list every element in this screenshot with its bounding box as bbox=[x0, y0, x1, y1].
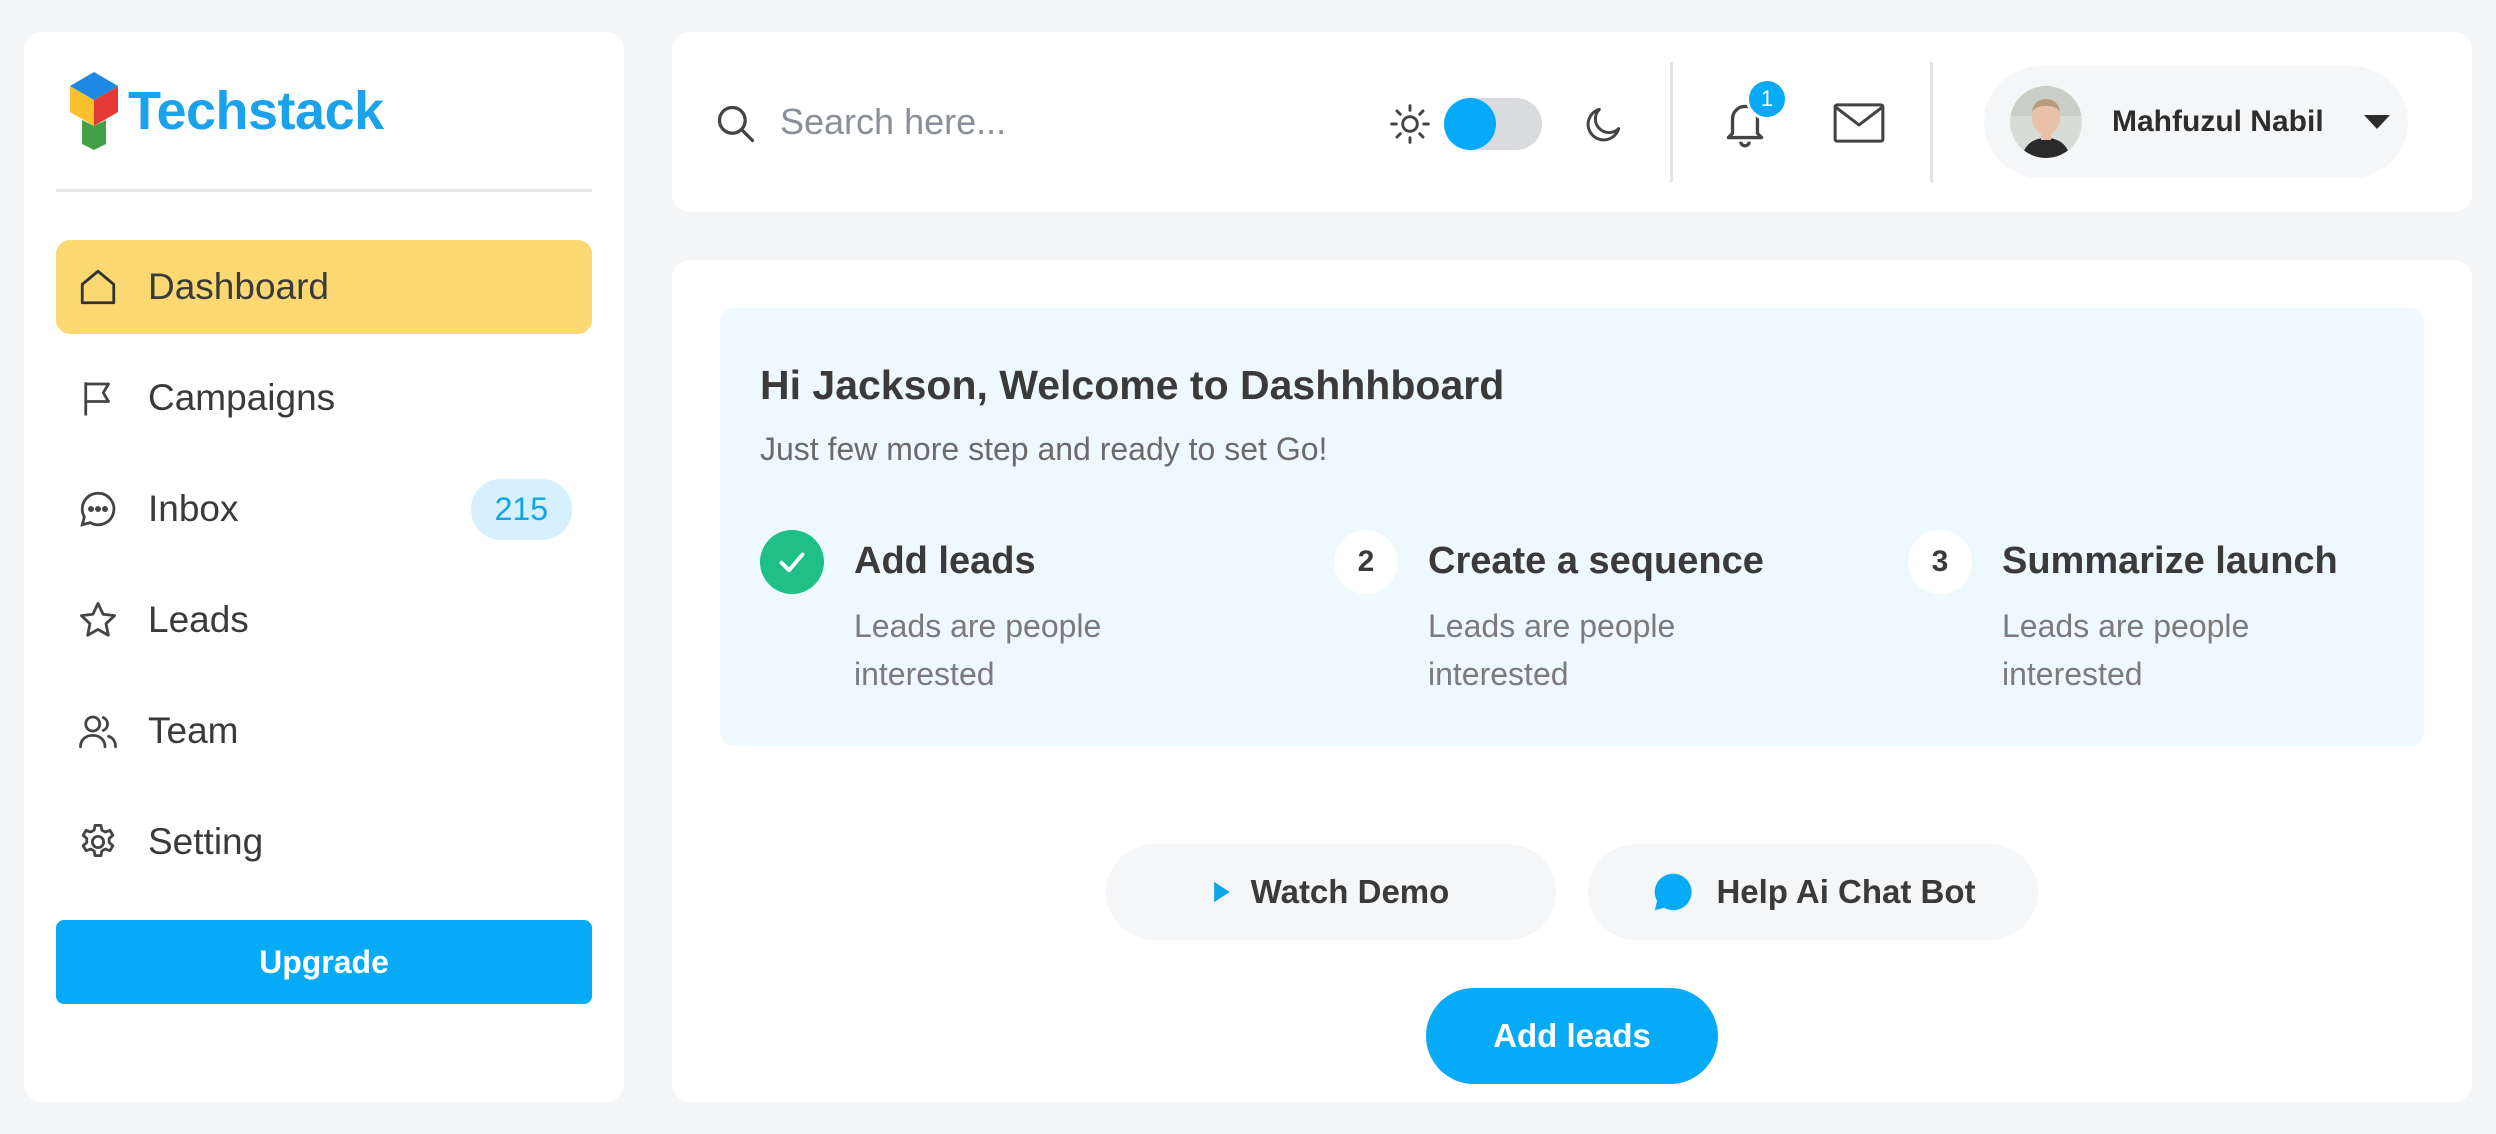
sidebar-item-leads[interactable]: Leads bbox=[56, 573, 592, 667]
home-icon bbox=[76, 265, 120, 309]
user-name: Mahfuzul Nabil bbox=[2112, 105, 2324, 138]
search-input[interactable] bbox=[780, 90, 1340, 154]
watch-demo-label: Watch Demo bbox=[1250, 873, 1450, 910]
play-icon bbox=[1213, 879, 1231, 905]
sidebar-item-label: Setting bbox=[148, 821, 264, 862]
welcome-subtitle: Just few more step and ready to set Go! bbox=[760, 431, 1328, 467]
onboarding-steps: Add leads Leads are people interested 2 … bbox=[760, 530, 2420, 730]
sidebar-item-dashboard[interactable]: Dashboard bbox=[56, 240, 592, 334]
sun-icon[interactable] bbox=[1388, 102, 1432, 146]
welcome-title: Hi Jackson, Welcome to Dashhhboard bbox=[760, 362, 1505, 408]
chat-bubble-icon bbox=[76, 487, 120, 531]
sidebar: Techstack Dashboard Campaigns Inbox 215 bbox=[24, 32, 624, 1102]
topbar-divider bbox=[1930, 62, 1933, 182]
sidebar-item-inbox[interactable]: Inbox 215 bbox=[56, 462, 592, 556]
theme-toggle-knob bbox=[1444, 98, 1496, 150]
step-number: 3 bbox=[1908, 530, 1972, 594]
techstack-logo-icon bbox=[70, 71, 118, 150]
star-icon bbox=[76, 598, 120, 642]
top-bar: 1 Mahfuzul Nabil bbox=[672, 32, 2472, 212]
sidebar-item-team[interactable]: Team bbox=[56, 684, 592, 778]
watch-demo-button[interactable]: Watch Demo bbox=[1106, 844, 1556, 940]
chat-bot-icon bbox=[1650, 869, 1696, 915]
step-title: Create a sequence bbox=[1428, 540, 1764, 582]
sidebar-item-setting[interactable]: Setting bbox=[56, 795, 592, 889]
notification-badge: 1 bbox=[1746, 78, 1788, 120]
sidebar-item-campaigns[interactable]: Campaigns bbox=[56, 351, 592, 445]
check-icon bbox=[760, 530, 824, 594]
step-number: 2 bbox=[1334, 530, 1398, 594]
chat-bot-label: Help Ai Chat Bot bbox=[1716, 873, 1976, 910]
sidebar-item-label: Inbox bbox=[148, 488, 239, 529]
avatar bbox=[2010, 86, 2082, 158]
inbox-count-badge: 215 bbox=[470, 478, 572, 540]
mail-icon[interactable] bbox=[1832, 102, 1886, 144]
sidebar-item-label: Dashboard bbox=[148, 266, 330, 307]
chevron-down-icon bbox=[2363, 115, 2390, 129]
theme-toggle[interactable] bbox=[1444, 98, 1542, 150]
help-ai-chat-bot-button[interactable]: Help Ai Chat Bot bbox=[1588, 844, 2038, 940]
step-description: Leads are people interested bbox=[1428, 608, 1676, 692]
step-description: Leads are people interested bbox=[2002, 608, 2250, 692]
moon-icon[interactable] bbox=[1582, 102, 1626, 146]
brand-name: Techstack bbox=[128, 80, 384, 141]
add-leads-button[interactable]: Add leads bbox=[1426, 988, 1718, 1084]
flag-icon bbox=[76, 376, 120, 420]
main-content: Hi Jackson, Welcome to Dashhhboard Just … bbox=[672, 260, 2472, 1102]
topbar-divider bbox=[1670, 62, 1673, 182]
sidebar-item-label: Leads bbox=[148, 599, 249, 640]
step-title: Summarize launch bbox=[2002, 540, 2338, 582]
welcome-card: Hi Jackson, Welcome to Dashhhboard Just … bbox=[720, 308, 2424, 746]
user-menu[interactable]: Mahfuzul Nabil bbox=[1984, 66, 2408, 178]
sidebar-item-label: Campaigns bbox=[148, 377, 336, 418]
users-icon bbox=[76, 709, 120, 753]
upgrade-button[interactable]: Upgrade bbox=[56, 920, 592, 1004]
brand-logo[interactable]: Techstack bbox=[56, 32, 592, 192]
gear-icon bbox=[76, 820, 120, 864]
search-icon bbox=[717, 105, 755, 143]
sidebar-item-label: Team bbox=[148, 710, 239, 751]
step-description: Leads are people interested bbox=[854, 608, 1102, 692]
sidebar-nav: Dashboard Campaigns Inbox 215 Leads Team… bbox=[56, 240, 592, 889]
step-title: Add leads bbox=[854, 540, 1036, 582]
